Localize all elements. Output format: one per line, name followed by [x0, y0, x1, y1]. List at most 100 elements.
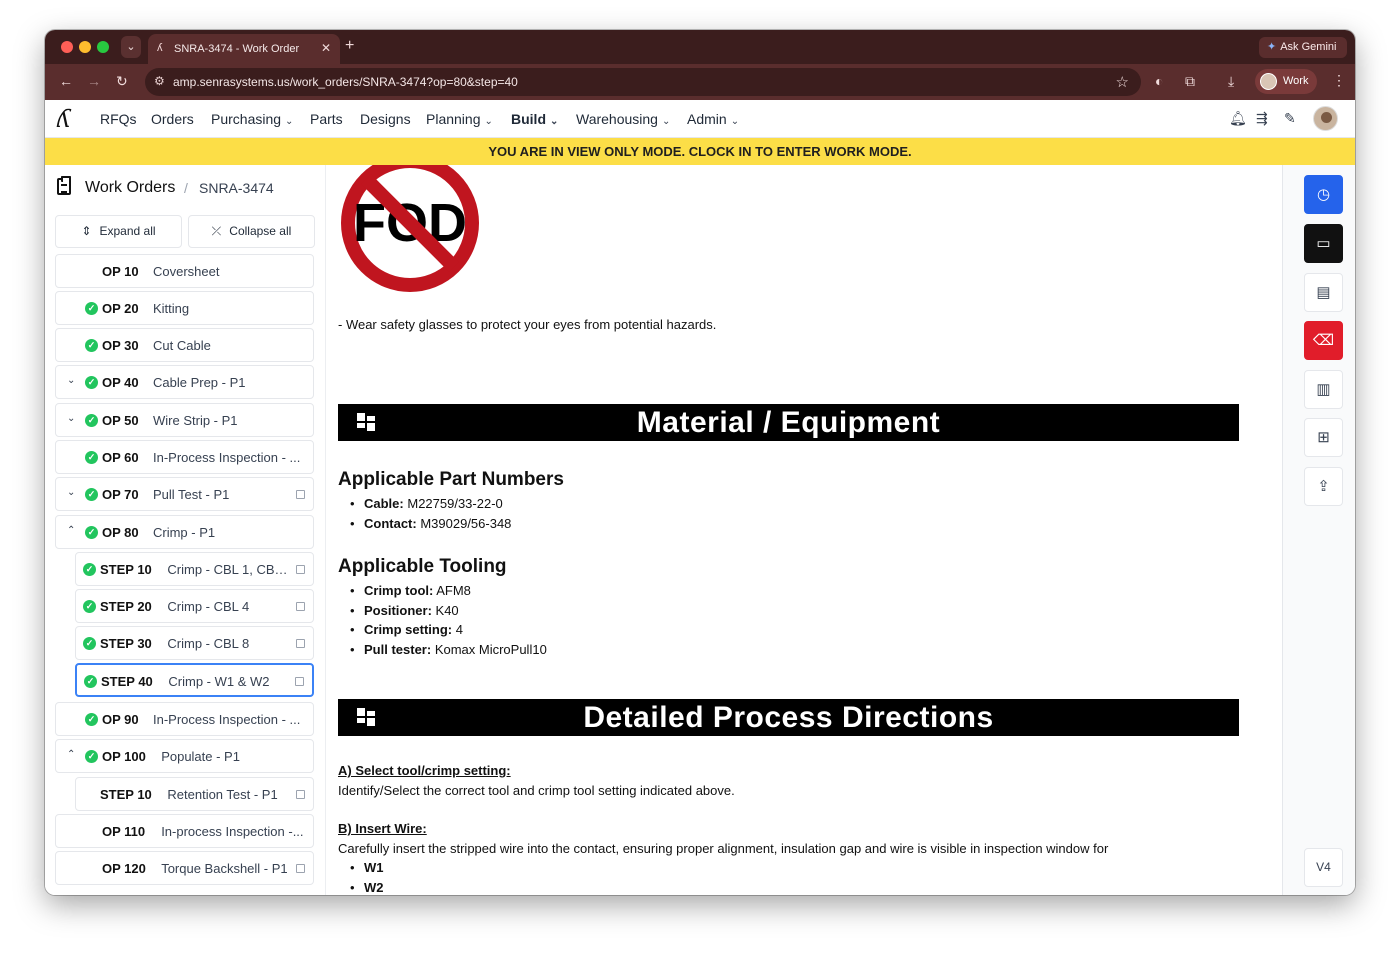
minimize-window-button[interactable] — [79, 41, 91, 53]
nav-purchasing[interactable]: Purchasing ⌄ — [211, 111, 293, 127]
download-icon[interactable]: ⤓ — [1228, 73, 1234, 90]
browser-menu-icon[interactable]: ⋮ — [1332, 72, 1346, 89]
check-circle-icon: ✓ — [85, 339, 98, 352]
nav-designs[interactable]: Designs — [360, 111, 411, 127]
op-name: Coversheet — [153, 264, 220, 279]
chevron-up-icon[interactable]: ⌃ — [67, 525, 75, 536]
op-code: OP 110 — [102, 824, 146, 839]
close-tab-icon[interactable]: ✕ — [321, 41, 331, 55]
nav-planning[interactable]: Planning ⌄ — [426, 111, 493, 127]
tooling-item-value: Komax MicroPull10 — [434, 641, 547, 657]
new-tab-button[interactable]: + — [345, 37, 354, 55]
chevron-down-icon[interactable]: ⌄ — [67, 375, 75, 386]
operation-item[interactable]: ⌃ ✓ OP 100 Populate - P1 — [55, 739, 314, 773]
operation-item[interactable]: ⌄ ✓ OP 40 Cable Prep - P1 — [55, 365, 314, 399]
browser-tab[interactable]: ʎ SNRA-3474 - Work Order ✕ — [148, 34, 340, 64]
edit-button[interactable]: ⌫ — [1304, 321, 1343, 360]
senra-logo[interactable]: ʎ — [57, 105, 71, 133]
operation-item[interactable]: ✓ OP 20 Kitting — [55, 291, 314, 325]
close-window-button[interactable] — [61, 41, 73, 53]
site-settings-icon[interactable]: ⚙ — [154, 74, 165, 88]
comments-button[interactable]: ▭ — [1304, 224, 1343, 263]
add-document-button[interactable]: ⊞ — [1304, 418, 1343, 457]
chevron-down-icon[interactable]: ⌄ — [67, 413, 75, 424]
step-item[interactable]: ✓ STEP 30 Crimp - CBL 8 — [75, 626, 314, 660]
tooling-item-label: Positioner: — [364, 602, 432, 618]
bookmark-star-icon[interactable]: ☆ — [1116, 73, 1129, 91]
op-code: STEP 40 — [101, 674, 153, 689]
clock-in-button[interactable]: ◷ — [1304, 175, 1343, 214]
operation-item[interactable]: OP 120 Torque Backshell - P1 — [55, 851, 314, 885]
version-badge[interactable]: V4 — [1304, 848, 1343, 887]
step-a-text: Identify/Select the correct tool and cri… — [338, 783, 735, 798]
wire-label: W1 — [364, 860, 384, 875]
address-bar[interactable]: ⚙ amp.senrasystems.us/work_orders/SNRA-3… — [145, 68, 1141, 96]
step-item[interactable]: ✓ STEP 20 Crimp - CBL 4 — [75, 589, 314, 623]
shortcut-icon[interactable]: ⇶ — [1256, 110, 1268, 127]
nav-admin[interactable]: Admin ⌄ — [687, 111, 739, 127]
part-numbers-list: Cable: M22759/33-22-0Contact: M39029/56-… — [350, 494, 511, 533]
op-code: OP 10 — [102, 264, 139, 279]
chevron-up-icon[interactable]: ⌃ — [67, 749, 75, 760]
operation-item[interactable]: OP 110 In-process Inspection -... — [55, 814, 314, 848]
op-name: Wire Strip - P1 — [153, 413, 238, 428]
browser-toolbar: ← → ↻ ⚙ amp.senrasystems.us/work_orders/… — [45, 64, 1355, 100]
nav-build[interactable]: Build ⌄ — [511, 111, 558, 127]
step-item[interactable]: STEP 10 Retention Test - P1 — [75, 777, 314, 811]
user-avatar[interactable] — [1313, 106, 1338, 131]
check-circle-icon: ✓ — [85, 713, 98, 726]
section-title-material: Material / Equipment — [636, 406, 941, 439]
profile-button[interactable]: Work — [1255, 69, 1317, 94]
op-code: STEP 10 — [100, 562, 152, 577]
tooling-item-label: Crimp setting: — [364, 622, 453, 637]
extension-icon[interactable]: ◐ — [1155, 73, 1163, 89]
ask-gemini-button[interactable]: ✦ Ask Gemini — [1259, 37, 1347, 58]
profile-avatar — [1260, 73, 1277, 90]
bell-icon[interactable]: 🔔︎ — [1229, 110, 1247, 127]
maximize-window-button[interactable] — [97, 41, 109, 53]
breadcrumb-work-orders[interactable]: Work Orders — [85, 179, 175, 197]
op-name: Cut Cable — [153, 338, 211, 353]
chevron-down-icon[interactable]: ⌄ — [67, 487, 75, 498]
chevron-down-icon: ⌄ — [661, 116, 671, 127]
chevron-down-icon: ⌄ — [730, 116, 740, 127]
share-button[interactable]: ⇪ — [1304, 467, 1343, 506]
report-button[interactable]: ▥ — [1304, 370, 1343, 409]
step-item[interactable]: ✓ STEP 40 Crimp - W1 & W2 — [75, 663, 314, 697]
operation-item[interactable]: ⌃ ✓ OP 80 Crimp - P1 — [55, 515, 314, 549]
part-number-item-value: M39029/56-348 — [420, 515, 512, 531]
nav-orders[interactable]: Orders — [151, 111, 194, 127]
nav-parts[interactable]: Parts — [310, 111, 343, 127]
tooling-list: Crimp tool: AFM8Positioner: K40Crimp set… — [350, 581, 547, 659]
operation-item[interactable]: ⌄ ✓ OP 70 Pull Test - P1 — [55, 477, 314, 511]
profile-label: Work — [1283, 75, 1309, 87]
operation-item[interactable]: ⌄ ✓ OP 50 Wire Strip - P1 — [55, 403, 314, 437]
nav-label: Warehousing — [576, 111, 658, 127]
checklist-button[interactable]: ▤ — [1304, 273, 1343, 312]
op-name: In-process Inspection -... — [161, 824, 304, 839]
check-circle-icon: ✓ — [83, 637, 96, 650]
op-code: STEP 20 — [100, 599, 152, 614]
nav-rfqs[interactable]: RFQs — [100, 111, 137, 127]
reload-icon[interactable]: ↻ — [116, 73, 128, 90]
expand-all-button[interactable]: ⇕ Expand all — [55, 215, 182, 248]
wire-label: W2 — [364, 879, 384, 895]
op-name: In-Process Inspection - ... — [153, 712, 301, 727]
step-item[interactable]: ✓ STEP 10 Crimp - CBL 1, CBL ... — [75, 552, 314, 586]
tab-search-button[interactable]: ⌄ — [121, 36, 141, 58]
tooling-item-value: AFM8 — [436, 583, 471, 598]
magic-wand-icon[interactable]: ✎ — [1284, 110, 1296, 127]
collapse-all-button[interactable]: ⤫ Collapse all — [188, 215, 315, 248]
tooling-item-value: K40 — [435, 602, 459, 618]
operation-item[interactable]: ✓ OP 90 In-Process Inspection - ... — [55, 702, 314, 736]
section-header-process: Detailed Process Directions — [338, 699, 1239, 736]
operation-item[interactable]: ✓ OP 30 Cut Cable — [55, 328, 314, 362]
image-icon — [296, 490, 305, 499]
operation-item[interactable]: OP 10 Coversheet — [55, 254, 314, 288]
extensions-puzzle-icon[interactable]: ⧉ — [1185, 73, 1195, 90]
nav-warehousing[interactable]: Warehousing ⌄ — [576, 111, 670, 127]
back-icon[interactable]: ← — [59, 73, 73, 89]
operation-item[interactable]: ✓ OP 60 In-Process Inspection - ... — [55, 440, 314, 474]
forward-icon[interactable]: → — [87, 73, 101, 89]
tooling-item-label: Pull tester: — [364, 641, 432, 657]
